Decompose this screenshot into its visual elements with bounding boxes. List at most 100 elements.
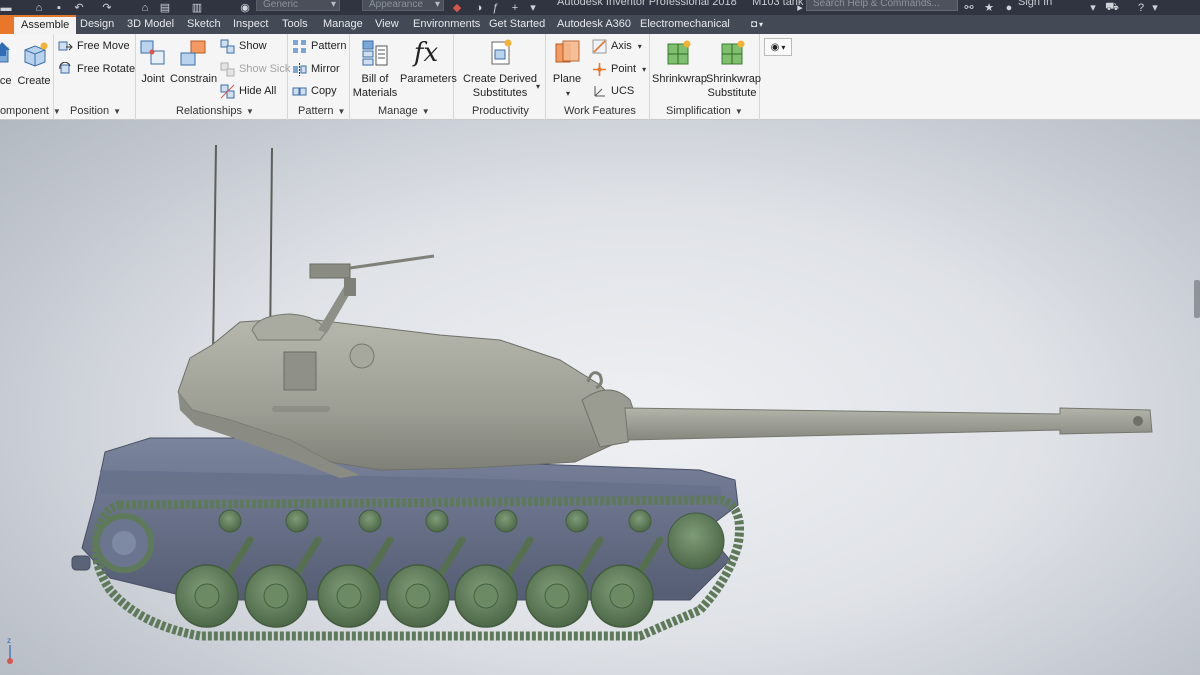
vision-block	[349, 343, 375, 369]
favorites-star-icon[interactable]: ★	[982, 0, 996, 15]
appearance-icon[interactable]: ◉	[238, 0, 252, 15]
help-menu-icon[interactable]: ▾	[1150, 0, 1160, 15]
binoculars-icon[interactable]: ⚯	[962, 0, 976, 15]
bill-of-materials-icon	[362, 40, 388, 66]
free-move-button[interactable]: Free Move	[58, 37, 130, 55]
show-sick-icon	[220, 62, 235, 77]
point-icon	[592, 62, 607, 77]
copy-button[interactable]: Copy	[292, 82, 337, 100]
update-icon[interactable]: ▥	[190, 0, 204, 15]
machine-gun	[309, 254, 435, 333]
z-axis-label: z	[7, 636, 11, 645]
tab-get-started[interactable]: Get Started	[489, 15, 545, 34]
commander-cupola	[251, 313, 327, 341]
adjust-icon[interactable]: ◆	[450, 0, 464, 15]
constrain-button[interactable]: Constrain	[170, 38, 217, 86]
sign-in-link[interactable]: Sign In	[1018, 0, 1052, 8]
parameters-button[interactable]: fx Parameters	[400, 38, 457, 86]
home-icon[interactable]: ⌂	[138, 0, 152, 15]
free-rotate-button[interactable]: Free Rotate	[58, 60, 135, 78]
hide-all-button[interactable]: Hide All	[220, 82, 276, 100]
undo-icon[interactable]: ↶	[72, 0, 86, 15]
mirror-button[interactable]: Mirror	[292, 60, 340, 78]
derived-menu-chevron-icon[interactable]: ▾	[536, 82, 540, 91]
create-derived-substitutes-button[interactable]: Create Derived Substitutes	[462, 38, 538, 100]
create-label: Create	[17, 75, 51, 87]
save-icon[interactable]: ▪	[52, 0, 66, 15]
help-icon[interactable]: ?	[1134, 0, 1148, 15]
create-button[interactable]: Create	[16, 40, 52, 88]
title-bar: ▬ ⌂ ▪ ↶ ↷ ⌂ ▤ ▥ ◉ Generic Appearance ◆ ◑…	[0, 0, 1200, 15]
panel-label-work-features: Work Features	[564, 105, 636, 117]
crosshair-icon[interactable]: +	[508, 0, 522, 15]
ribbon-options-button[interactable]: ◉ ▾	[764, 38, 792, 56]
panel-label-component[interactable]: Component▼	[0, 104, 61, 118]
pattern-icon	[292, 39, 307, 54]
search-arrow-icon[interactable]: ▸	[795, 0, 805, 15]
panel-label-simplification[interactable]: Simplification ▼	[666, 104, 743, 118]
panel-label-position[interactable]: Position ▼	[70, 104, 121, 118]
tab-electromechanical[interactable]: Electromechanical	[640, 15, 730, 34]
bill-of-materials-button[interactable]: Bill of Materials	[352, 38, 398, 100]
help-search-input[interactable]: Search Help & Commands...	[806, 0, 958, 11]
view-triad[interactable]: z	[4, 635, 16, 665]
tab-view[interactable]: View	[375, 15, 399, 34]
panel-label-manage[interactable]: Manage ▼	[378, 104, 430, 118]
cart-icon[interactable]: ⛟	[1104, 0, 1120, 15]
fx-icon[interactable]: ƒ	[488, 0, 502, 15]
redo-icon[interactable]: ↷	[100, 0, 114, 15]
joint-button[interactable]: Joint	[138, 38, 168, 86]
pattern-button[interactable]: Pattern	[292, 37, 346, 55]
material-dropdown[interactable]: Generic	[256, 0, 340, 11]
panel-label-pattern[interactable]: Pattern ▼	[298, 104, 345, 118]
tank-model[interactable]	[0, 120, 1200, 675]
tab-inspect[interactable]: Inspect	[233, 15, 268, 34]
viewport-scroll-handle[interactable]	[1194, 280, 1200, 318]
clear-icon[interactable]: ◑	[472, 0, 486, 15]
tab-manage[interactable]: Manage	[323, 15, 363, 34]
tab-sketch[interactable]: Sketch	[187, 15, 221, 34]
show-button[interactable]: Show	[220, 37, 267, 55]
window-title: Autodesk Inventor Professional 2018 M103…	[557, 0, 804, 8]
shrinkwrap-label: Shrinkwrap	[652, 73, 708, 85]
appearance-dropdown[interactable]: Appearance	[362, 0, 444, 11]
axis-button[interactable]: Axis ▾	[592, 37, 642, 55]
tab-autodesk-a360[interactable]: Autodesk A360	[557, 15, 631, 34]
constrain-icon	[180, 40, 206, 66]
shrinkwrap-substitute-button[interactable]: Shrinkwrap Substitute	[706, 38, 761, 100]
print-icon[interactable]: ▤	[158, 0, 172, 15]
tab-assemble[interactable]: Assemble	[14, 15, 77, 34]
plane-label: Plane	[552, 73, 582, 85]
panel-label-relationships[interactable]: Relationships ▼	[176, 104, 254, 118]
tab-design[interactable]: Design	[80, 15, 114, 34]
new-icon[interactable]: ▬	[0, 0, 12, 15]
sign-in-menu-icon[interactable]: ▾	[1088, 0, 1098, 15]
place-button[interactable]: Place	[0, 40, 12, 88]
plane-button[interactable]: Plane ▾	[552, 38, 582, 101]
plane-menu-chevron-icon[interactable]: ▾	[566, 89, 570, 98]
tab-environments[interactable]: Environments	[413, 15, 480, 34]
open-icon[interactable]: ⌂	[32, 0, 46, 15]
tab-3d-model[interactable]: 3D Model	[127, 15, 174, 34]
axis-icon	[592, 39, 607, 54]
turret-grab-rail	[272, 406, 330, 412]
user-icon[interactable]: ●	[1002, 0, 1016, 15]
place-label: Place	[0, 75, 12, 87]
bom-label-line2: Materials	[352, 87, 398, 99]
ribbon-display-options-button[interactable]: ◘ ▾	[751, 17, 763, 31]
point-button[interactable]: Point ▾	[592, 60, 646, 78]
muzzle	[1133, 416, 1143, 426]
tab-tools[interactable]: Tools	[282, 15, 308, 34]
graphics-viewport[interactable]: z	[0, 120, 1200, 675]
copy-icon	[292, 84, 307, 99]
show-sick-button[interactable]: Show Sick	[220, 60, 290, 78]
panel-component: Place Create Component▼	[0, 34, 61, 120]
ribbon-options-icon: ◉	[770, 41, 780, 53]
ucs-icon	[592, 84, 607, 99]
file-menu-button[interactable]	[0, 15, 14, 34]
quick-access-menu-icon[interactable]: ▾	[528, 0, 538, 15]
shrinkwrap-button[interactable]: Shrinkwrap	[652, 38, 708, 86]
ucs-button[interactable]: UCS	[592, 82, 634, 100]
parameters-label: Parameters	[400, 73, 457, 85]
show-constraints-icon	[220, 39, 235, 54]
